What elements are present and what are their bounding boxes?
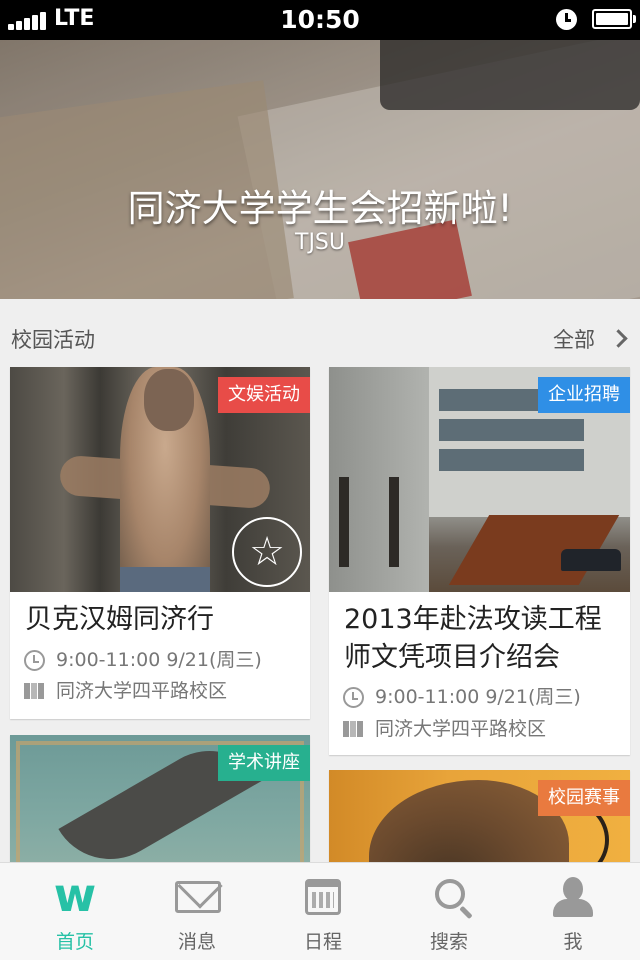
- view-all-link[interactable]: 全部: [553, 324, 595, 354]
- category-tag: 校园赛事: [538, 780, 630, 816]
- tab-schedule[interactable]: 日程: [259, 863, 387, 960]
- tab-messages[interactable]: 消息: [133, 863, 261, 960]
- map-icon: [24, 681, 45, 702]
- clock-icon: [343, 687, 364, 708]
- search-icon: [435, 879, 465, 909]
- tab-search[interactable]: 搜索: [385, 863, 513, 960]
- tab-home[interactable]: w 首页: [11, 863, 139, 960]
- battery-icon: [592, 9, 636, 29]
- chevron-right-icon[interactable]: [609, 329, 628, 348]
- mail-icon: [175, 881, 221, 913]
- category-tag: 企业招聘: [538, 377, 630, 413]
- category-tag: 学术讲座: [218, 745, 310, 781]
- banner-carousel[interactable]: 同济大学学生会招新啦! TJSU: [0, 40, 640, 299]
- user-icon: [553, 875, 593, 919]
- clock-icon: [24, 650, 45, 671]
- alarm-clock-icon: [556, 9, 577, 30]
- event-card[interactable]: 企业招聘 2013年赴法攻读工程师文凭项目介绍会 9:00-11:00 9/21…: [329, 367, 630, 755]
- event-card[interactable]: 校园赛事: [329, 770, 630, 875]
- status-time: 10:50: [280, 5, 360, 34]
- banner-subtitle: TJSU: [295, 230, 345, 255]
- category-tag: 文娱活动: [218, 377, 310, 413]
- calendar-icon: [305, 879, 341, 915]
- event-card[interactable]: 学术讲座: [10, 735, 310, 875]
- event-card[interactable]: 文娱活动 贝克汉姆同济行 9:00-11:00 9/21(周三) 同济大学四平路…: [10, 367, 310, 719]
- event-title: 2013年赴法攻读工程师文凭项目介绍会: [344, 604, 602, 673]
- map-icon: [343, 719, 364, 740]
- section-title: 校园活动: [11, 328, 95, 352]
- event-title: 贝克汉姆同济行: [25, 604, 214, 635]
- star-logo-icon: [232, 517, 302, 587]
- banner-title: 同济大学学生会招新啦!: [127, 187, 513, 230]
- tab-me[interactable]: 我: [509, 863, 637, 960]
- w-logo-icon: w: [53, 868, 97, 922]
- status-bar: LTE 10:50: [0, 0, 640, 40]
- tab-bar: w 首页 消息 日程 搜索 我: [0, 862, 640, 960]
